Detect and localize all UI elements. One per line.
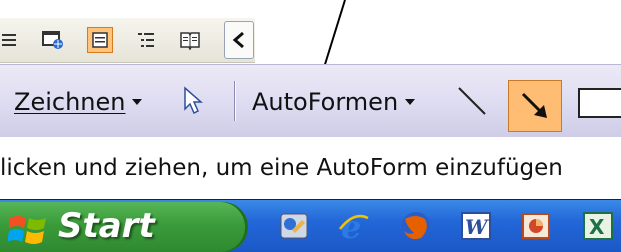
firefox-icon[interactable]: [398, 208, 434, 244]
taskbar: Start e W X: [0, 200, 621, 252]
arrow-tool-button[interactable]: [508, 80, 562, 132]
line-icon: [458, 87, 486, 115]
autoshapes-menu-label: AutoFormen: [252, 88, 399, 116]
select-objects-arrow-icon: [184, 86, 203, 115]
internet-explorer-icon[interactable]: e: [336, 208, 372, 244]
start-button[interactable]: Start: [0, 202, 248, 252]
status-bar: licken und ziehen, um eine AutoForm einz…: [0, 137, 621, 201]
word-icon[interactable]: W: [458, 208, 494, 244]
paint-icon[interactable]: [276, 208, 312, 244]
svg-text:X: X: [589, 215, 605, 239]
windows-logo-icon: [8, 216, 46, 244]
svg-text:W: W: [465, 215, 490, 239]
select-objects-button[interactable]: [178, 83, 208, 119]
dropdown-arrow-icon: [132, 99, 143, 105]
dropdown-arrow-icon: [405, 99, 416, 105]
autoshapes-menu-button[interactable]: AutoFormen: [252, 87, 416, 117]
line-tool-button[interactable]: [452, 81, 492, 121]
excel-icon[interactable]: X: [580, 208, 616, 244]
draw-menu-button[interactable]: Zeichnen: [14, 87, 143, 117]
draw-menu-label: Zeichnen: [14, 88, 126, 116]
powerpoint-icon[interactable]: [518, 208, 554, 244]
rectangle-tool-button[interactable]: [574, 83, 621, 123]
start-label: Start: [58, 206, 155, 246]
toolbar-separator: [234, 81, 236, 121]
drawing-toolbar: Zeichnen AutoFormen: [0, 64, 621, 138]
arrow-icon: [521, 92, 547, 118]
status-text: licken und ziehen, um eine AutoForm einz…: [0, 155, 563, 181]
rectangle-icon: [578, 88, 621, 118]
